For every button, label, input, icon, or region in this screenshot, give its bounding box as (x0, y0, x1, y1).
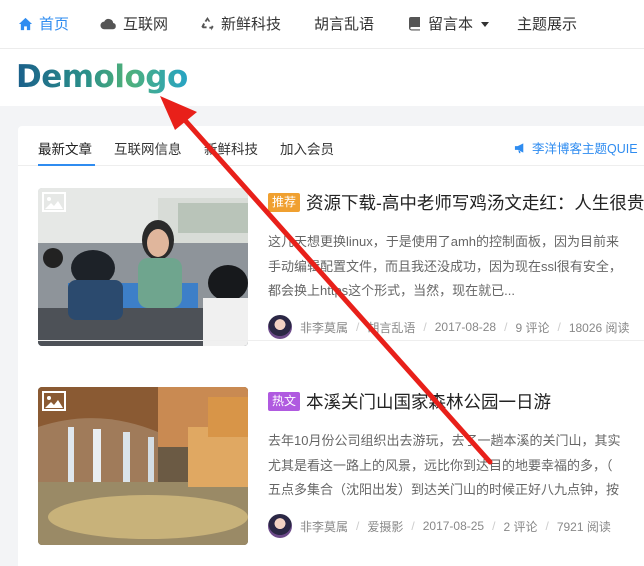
nav-theme-label: 主题展示 (517, 16, 578, 33)
article-date: 2017-08-28 (434, 320, 497, 334)
article-category[interactable]: 胡言乱语 (367, 319, 415, 336)
view-count: 7921 阅读 (556, 519, 611, 534)
article-meta: 非李莫属 / 胡言乱语 / 2017-08-28 / 9 评论 / 18026 … (268, 315, 630, 339)
nav-hu-label: 胡言乱语 (314, 16, 375, 33)
nav-internet[interactable]: 互联网 (100, 13, 168, 34)
nav-hu[interactable]: 胡言乱语 (314, 13, 374, 34)
article-title[interactable]: 本溪关门山国家森林公园一日游 (306, 389, 551, 414)
content-card: 最新文章 互联网信息 新鲜科技 加入会员 李洋博客主题QUIE 推荐 资源下载-… (18, 126, 644, 566)
view-count: 18026 阅读 (568, 320, 630, 335)
excerpt-line: 都会换上https这个形式，当然，现在就已... (268, 283, 516, 298)
top-navigation: 首页 互联网 新鲜科技 胡言乱语 留言本 主题展示 (0, 0, 644, 48)
excerpt-line: 这几天想更换linux，于是使用了amh的控制面板，因为目前来 (268, 234, 620, 249)
waterfall-photo (38, 387, 248, 545)
image-icon (42, 391, 66, 411)
chevron-down-icon (481, 22, 490, 27)
nav-tech[interactable]: 新鲜科技 (200, 13, 281, 34)
book-icon (409, 17, 420, 31)
nav-guestbook[interactable]: 留言本 (408, 13, 490, 34)
tab-membership[interactable]: 加入会员 (280, 138, 334, 158)
author-name[interactable]: 非李莫属 (300, 319, 348, 336)
article-thumbnail[interactable] (38, 387, 248, 545)
tab-internet-info[interactable]: 互联网信息 (114, 138, 182, 158)
article-title-row: 推荐 资源下载-高中老师写鸡汤文走红：人生很贵 (268, 190, 644, 215)
article-meta: 非李莫属 / 爱摄影 / 2017-08-25 / 2 评论 / 7921 阅读 (268, 514, 611, 538)
comment-count[interactable]: 9 评论 (515, 319, 549, 336)
article-thumbnail[interactable] (38, 188, 248, 346)
article-divider (38, 340, 644, 341)
nav-internet-label: 互联网 (123, 16, 169, 33)
avatar[interactable] (268, 315, 292, 339)
article-date: 2017-08-25 (422, 519, 485, 533)
excerpt-line: 五点多集合（沈阳出发）到达关门山的时候正好八九点钟，按 (268, 482, 620, 497)
comment-count[interactable]: 2 评论 (503, 518, 537, 535)
home-icon (18, 17, 33, 30)
author-name[interactable]: 非李莫属 (300, 518, 348, 535)
article-excerpt: 去年10月份公司组织出去游玩，去了一趟本溪的关门山，其实 尤其是看这一路上的风景… (268, 429, 644, 503)
article-title-row: 热文 本溪关门山国家森林公园一日游 (268, 389, 551, 414)
active-tab-indicator (38, 164, 95, 166)
cloud-icon (100, 18, 116, 29)
article-excerpt: 这几天想更换linux，于是使用了amh的控制面板，因为目前来 手动编辑配置文件… (268, 230, 644, 304)
classroom-photo (38, 188, 248, 346)
article-category[interactable]: 爱摄影 (367, 518, 403, 535)
image-icon (42, 192, 66, 212)
avatar[interactable] (268, 514, 292, 538)
tab-latest[interactable]: 最新文章 (38, 138, 92, 158)
nav-theme[interactable]: 主题展示 (517, 13, 577, 34)
excerpt-line: 尤其是看这一路上的风景，远比你到达目的地要幸福的多，（ (268, 457, 613, 473)
site-logo[interactable]: Demologo (16, 59, 188, 95)
nav-home[interactable]: 首页 (18, 13, 69, 34)
megaphone-icon (514, 142, 524, 153)
recommend-badge: 推荐 (268, 193, 301, 212)
announcement[interactable]: 李洋博客主题QUIE (514, 138, 638, 157)
nav-tech-label: 新鲜科技 (221, 16, 282, 33)
excerpt-line: 去年10月份公司组织出去游玩，去了一趟本溪的关门山，其实 (268, 433, 621, 448)
excerpt-line: 手动编辑配置文件，而且我还没成功，因为现在ssl很有安全， (268, 258, 622, 274)
logo-bar: Demologo (0, 49, 644, 106)
hot-badge: 热文 (268, 392, 301, 411)
recycle-icon (201, 16, 214, 31)
tab-tech[interactable]: 新鲜科技 (204, 138, 258, 158)
article-tabs: 最新文章 互联网信息 新鲜科技 加入会员 李洋博客主题QUIE (18, 126, 644, 166)
article-title[interactable]: 资源下载-高中老师写鸡汤文走红：人生很贵 (306, 190, 644, 215)
nav-home-label: 首页 (39, 16, 70, 33)
announcement-text: 李洋博客主题QUIE (532, 142, 638, 156)
nav-guestbook-label: 留言本 (428, 16, 474, 33)
